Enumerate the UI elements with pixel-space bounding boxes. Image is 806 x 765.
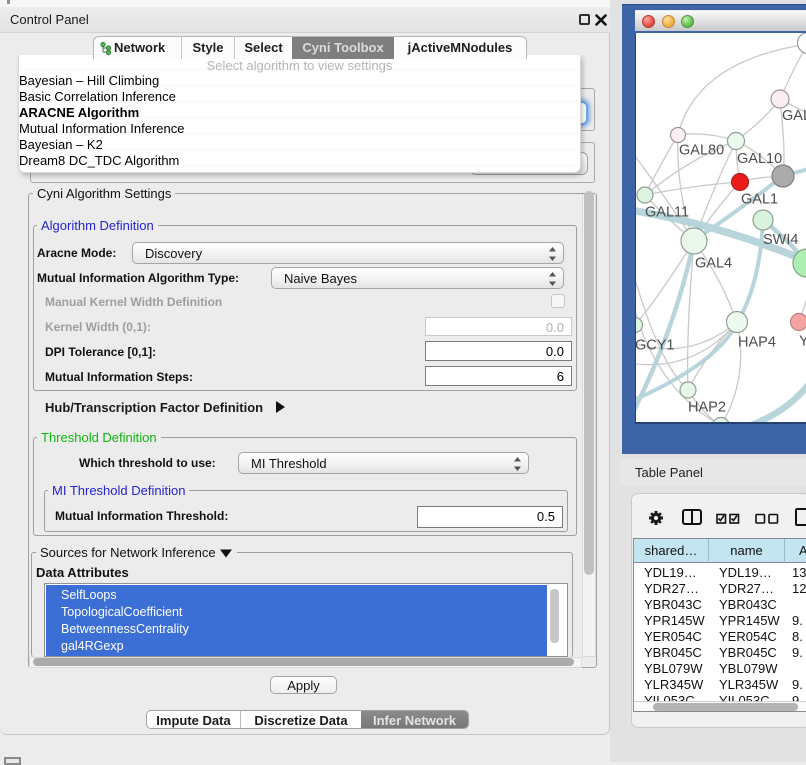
svg-text:GAL4: GAL4: [695, 256, 732, 272]
svg-text:GAL1: GAL1: [741, 192, 778, 208]
svg-text:GAL10: GAL10: [737, 151, 782, 167]
svg-text:HAP2: HAP2: [688, 400, 726, 416]
svg-text:GCY1: GCY1: [636, 338, 675, 354]
svg-text:SWI4: SWI4: [763, 232, 798, 248]
svg-text:Y: Y: [799, 334, 806, 350]
svg-text:GAL2: GAL2: [782, 108, 806, 124]
svg-text:GAL80: GAL80: [679, 143, 724, 159]
svg-text:GAL11: GAL11: [645, 205, 689, 221]
svg-text:HAP4: HAP4: [738, 335, 776, 351]
